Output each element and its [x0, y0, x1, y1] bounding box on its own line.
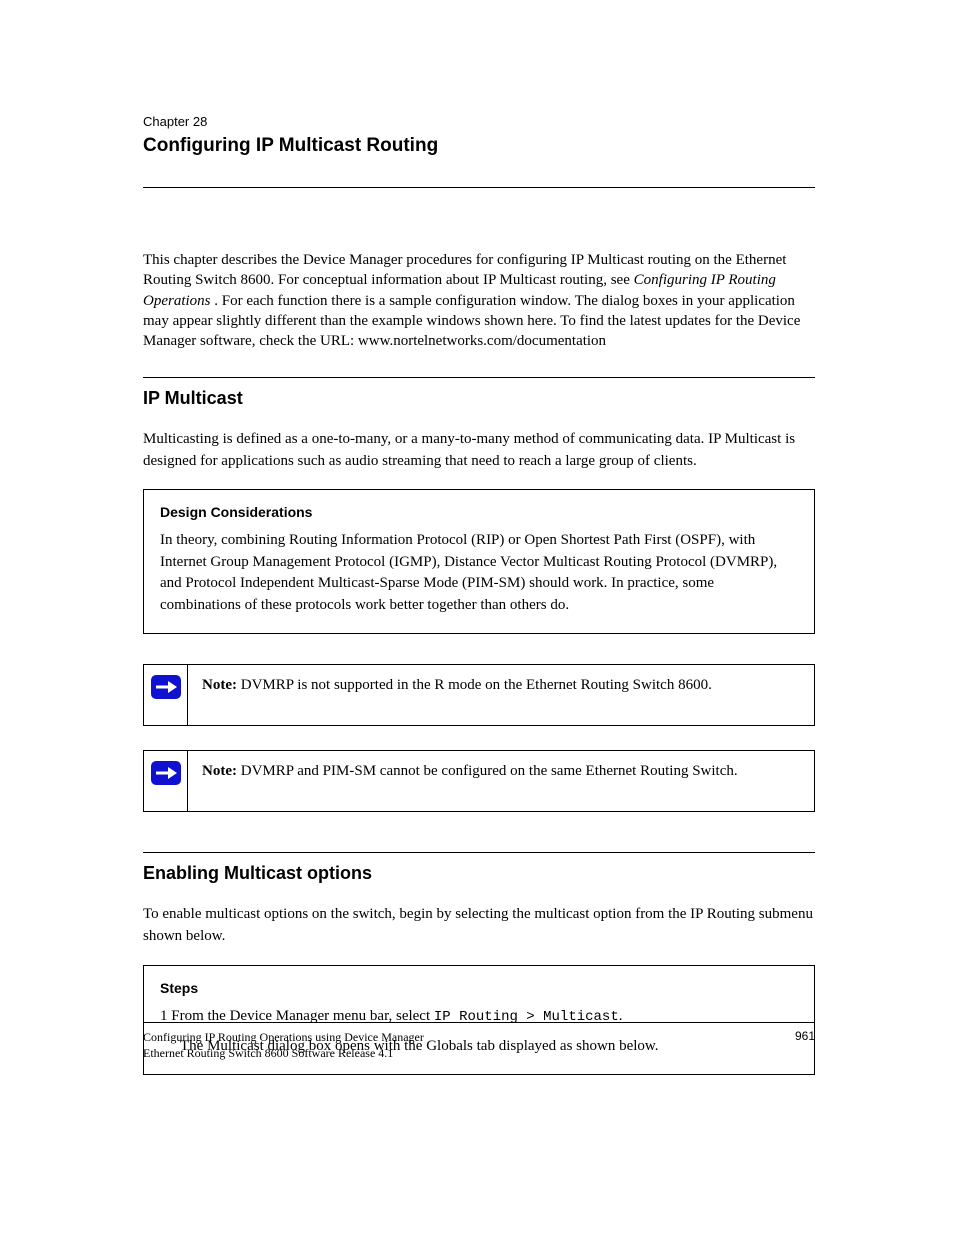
- footer-page-number: 961: [795, 1029, 815, 1061]
- section-divider: [143, 377, 815, 378]
- footer-left: Configuring IP Routing Operations using …: [143, 1029, 424, 1061]
- design-considerations-title: Design Considerations: [160, 504, 798, 520]
- note-label: Note:: [202, 763, 237, 779]
- note-label: Note:: [202, 677, 237, 693]
- arrow-icon: [151, 675, 181, 699]
- section-title-ip-multicast: IP Multicast: [143, 388, 815, 409]
- chapter-header: Chapter 28 Configuring IP Multicast Rout…: [143, 114, 815, 188]
- chapter-title: Configuring IP Multicast Routing: [143, 135, 815, 157]
- steps-box-title: Steps: [160, 980, 798, 996]
- design-considerations-box: Design Considerations In theory, combini…: [143, 489, 815, 634]
- footer-line-1: Configuring IP Routing Operations using …: [143, 1029, 424, 1045]
- note-body: DVMRP and PIM-SM cannot be configured on…: [237, 763, 738, 779]
- section2-paragraph: To enable multicast options on the switc…: [143, 904, 815, 948]
- note-icon-cell: [144, 665, 188, 725]
- section-divider: [143, 852, 815, 853]
- chapter-label: Chapter 28: [143, 114, 815, 129]
- note-box-2: Note: DVMRP and PIM-SM cannot be configu…: [143, 750, 815, 812]
- intro-paragraph: This chapter describes the Device Manage…: [143, 250, 815, 351]
- intro-url[interactable]: www.nortelnetworks.com/documentation: [358, 333, 606, 349]
- note-text: Note: DVMRP and PIM-SM cannot be configu…: [188, 751, 814, 811]
- arrow-icon: [151, 761, 181, 785]
- note-text: Note: DVMRP is not supported in the R mo…: [188, 665, 814, 725]
- footer-line-2: Ethernet Routing Switch 8600 Software Re…: [143, 1045, 424, 1061]
- page-content: Chapter 28 Configuring IP Multicast Rout…: [143, 114, 815, 1105]
- note-body: DVMRP is not supported in the R mode on …: [237, 677, 712, 693]
- section1-paragraph: Multicasting is defined as a one-to-many…: [143, 429, 815, 473]
- page: Chapter 28 Configuring IP Multicast Rout…: [0, 0, 954, 1235]
- design-considerations-body: In theory, combining Routing Information…: [160, 530, 798, 617]
- note-icon-cell: [144, 751, 188, 811]
- note-box-1: Note: DVMRP is not supported in the R mo…: [143, 664, 815, 726]
- section-title-enabling-multicast: Enabling Multicast options: [143, 863, 815, 884]
- page-footer: Configuring IP Routing Operations using …: [143, 1022, 815, 1061]
